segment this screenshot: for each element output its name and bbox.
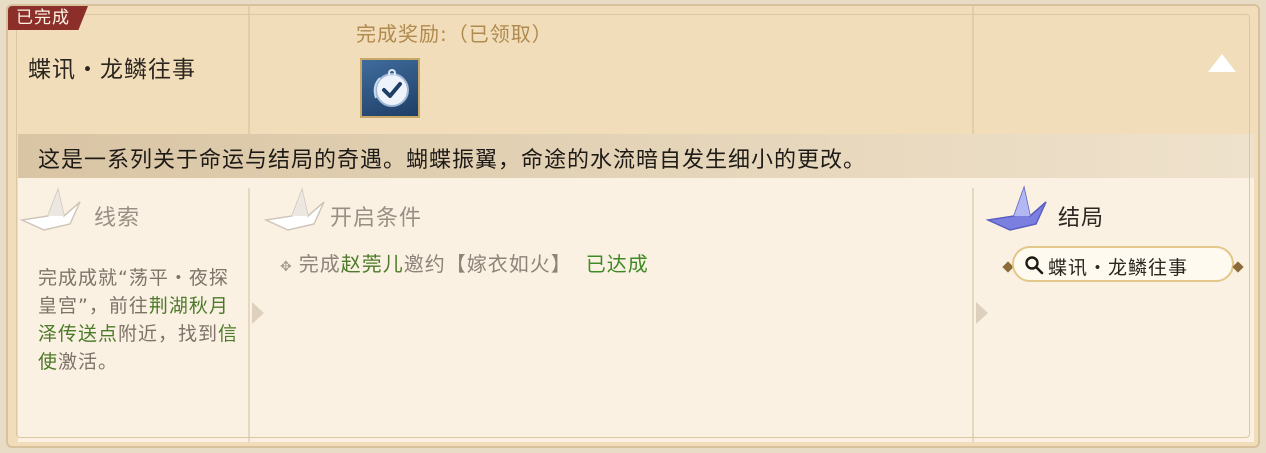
ending-item-button[interactable]: 蝶讯・龙鳞往事 bbox=[1012, 246, 1234, 282]
quest-header: 蝶讯・龙鳞往事 完成奖励:（已领取） bbox=[8, 6, 1258, 134]
collapse-up-icon[interactable] bbox=[1208, 54, 1236, 72]
condition-status: 已达成 bbox=[585, 252, 649, 276]
bullet-icon: ✥ bbox=[280, 259, 293, 275]
divider bbox=[972, 188, 974, 442]
paper-crane-icon bbox=[19, 187, 81, 231]
magnifier-icon bbox=[1025, 256, 1044, 275]
quest-panel: 已完成 蝶讯・龙鳞往事 完成奖励:（已领取） 这是一系列关于命运与结局的奇遇。蝴… bbox=[6, 4, 1260, 448]
description-bar: 这是一系列关于命运与结局的奇遇。蝴蝶振翼，命途的水流暗自发生细小的更改。 bbox=[18, 134, 1254, 178]
arrow-right-icon bbox=[976, 302, 988, 324]
reward-label: 完成奖励:（已领取） bbox=[356, 22, 553, 46]
paper-crane-icon bbox=[985, 185, 1047, 231]
quest-details: 线索 完成成就“荡平・夜探皇宫”，前往荆湖秋月泽传送点附近，找到信使激活。 开启… bbox=[18, 178, 1254, 442]
clue-text-part: 附近，找到 bbox=[118, 323, 219, 345]
divider bbox=[248, 188, 250, 442]
clue-text: 完成成就“荡平・夜探皇宫”，前往荆湖秋月泽传送点附近，找到信使激活。 bbox=[38, 264, 248, 376]
condition-item: ✥ 完成赵莞儿邀约【嫁衣如火】 已达成 bbox=[280, 248, 649, 277]
quest-description: 这是一系列关于命运与结局的奇遇。蝴蝶振翼，命途的水流暗自发生细小的更改。 bbox=[38, 148, 867, 173]
ornament bbox=[1232, 261, 1244, 273]
divider bbox=[248, 6, 250, 134]
conditions-header: 开启条件 bbox=[330, 206, 423, 231]
paper-crane-icon bbox=[263, 187, 325, 231]
condition-quest: 邀约【嫁衣如火】 bbox=[403, 252, 572, 276]
clues-header: 线索 bbox=[94, 206, 141, 231]
clue-text-part: 激活。 bbox=[58, 351, 119, 373]
ending-item-label: 蝶讯・龙鳞往事 bbox=[1048, 257, 1189, 279]
check-badge-glyph bbox=[373, 69, 409, 107]
condition-npc: 赵莞儿 bbox=[340, 252, 404, 276]
condition-prefix: 完成 bbox=[298, 252, 341, 276]
quest-title: 蝶讯・龙鳞往事 bbox=[28, 57, 196, 83]
divider bbox=[972, 6, 974, 134]
status-tag: 已完成 bbox=[8, 6, 88, 30]
check-badge-icon[interactable] bbox=[360, 58, 420, 118]
arrow-right-icon bbox=[252, 302, 264, 324]
ending-header: 结局 bbox=[1058, 206, 1105, 231]
